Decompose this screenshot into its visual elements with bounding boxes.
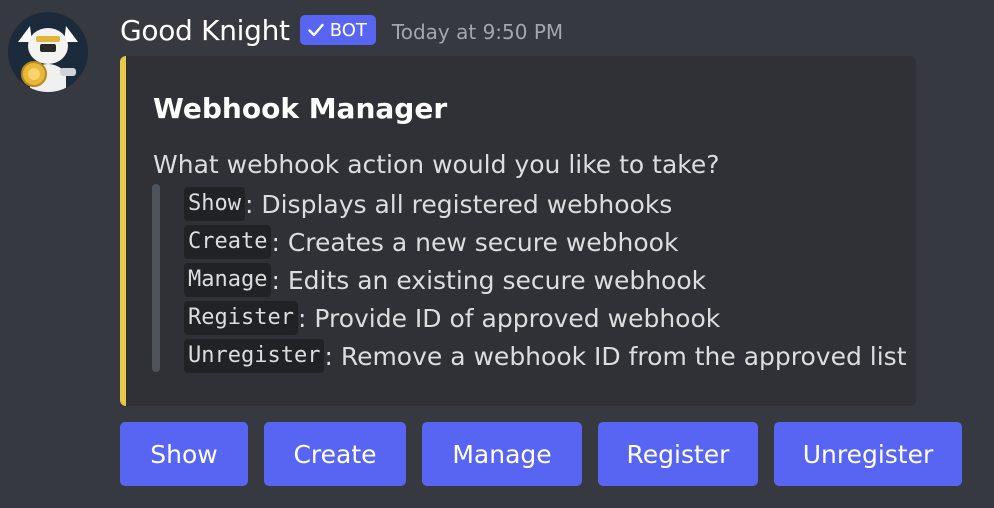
knight-avatar-icon	[8, 12, 88, 92]
unregister-button[interactable]: Unregister	[774, 422, 962, 486]
embed-card: Webhook Manager What webhook action woul…	[120, 56, 916, 406]
inline-code: Manage	[184, 263, 272, 297]
action-description: : Creates a new secure webhook	[271, 227, 679, 257]
action-item-manage: Manage: Edits an existing secure webhook	[184, 261, 907, 299]
inline-code: Show	[184, 187, 245, 221]
show-button[interactable]: Show	[120, 422, 248, 486]
action-item-unregister: Unregister: Remove a webhook ID from the…	[184, 337, 907, 375]
manage-button[interactable]: Manage	[422, 422, 582, 486]
bot-tag-label: BOT	[329, 19, 367, 41]
embed-accent-bar	[120, 56, 126, 406]
author-name[interactable]: Good Knight	[120, 14, 290, 47]
embed-description: What webhook action would you like to ta…	[153, 150, 720, 179]
action-description: : Edits an existing secure webhook	[271, 265, 707, 295]
action-list: Show: Displays all registered webhooks C…	[184, 185, 907, 375]
message-header: Good Knight BOT Today at 9:50 PM	[120, 10, 563, 50]
checkmark-icon	[308, 23, 324, 37]
chat-message: Good Knight BOT Today at 9:50 PM Webhook…	[0, 0, 994, 508]
create-button[interactable]: Create	[264, 422, 406, 486]
bot-avatar[interactable]	[8, 12, 88, 92]
action-description: : Remove a webhook ID from the approved …	[324, 341, 907, 371]
action-item-register: Register: Provide ID of approved webhook	[184, 299, 907, 337]
inline-code: Unregister	[184, 339, 325, 373]
inline-code: Create	[184, 225, 272, 259]
bot-tag: BOT	[299, 15, 376, 45]
action-item-show: Show: Displays all registered webhooks	[184, 185, 907, 223]
inline-code: Register	[184, 301, 298, 335]
embed-title: Webhook Manager	[153, 92, 448, 125]
action-description: : Provide ID of approved webhook	[297, 303, 721, 333]
action-description: : Displays all registered webhooks	[244, 189, 673, 219]
action-item-create: Create: Creates a new secure webhook	[184, 223, 907, 261]
register-button[interactable]: Register	[598, 422, 758, 486]
message-timestamp: Today at 9:50 PM	[391, 20, 564, 44]
blockquote-bar	[152, 184, 160, 372]
